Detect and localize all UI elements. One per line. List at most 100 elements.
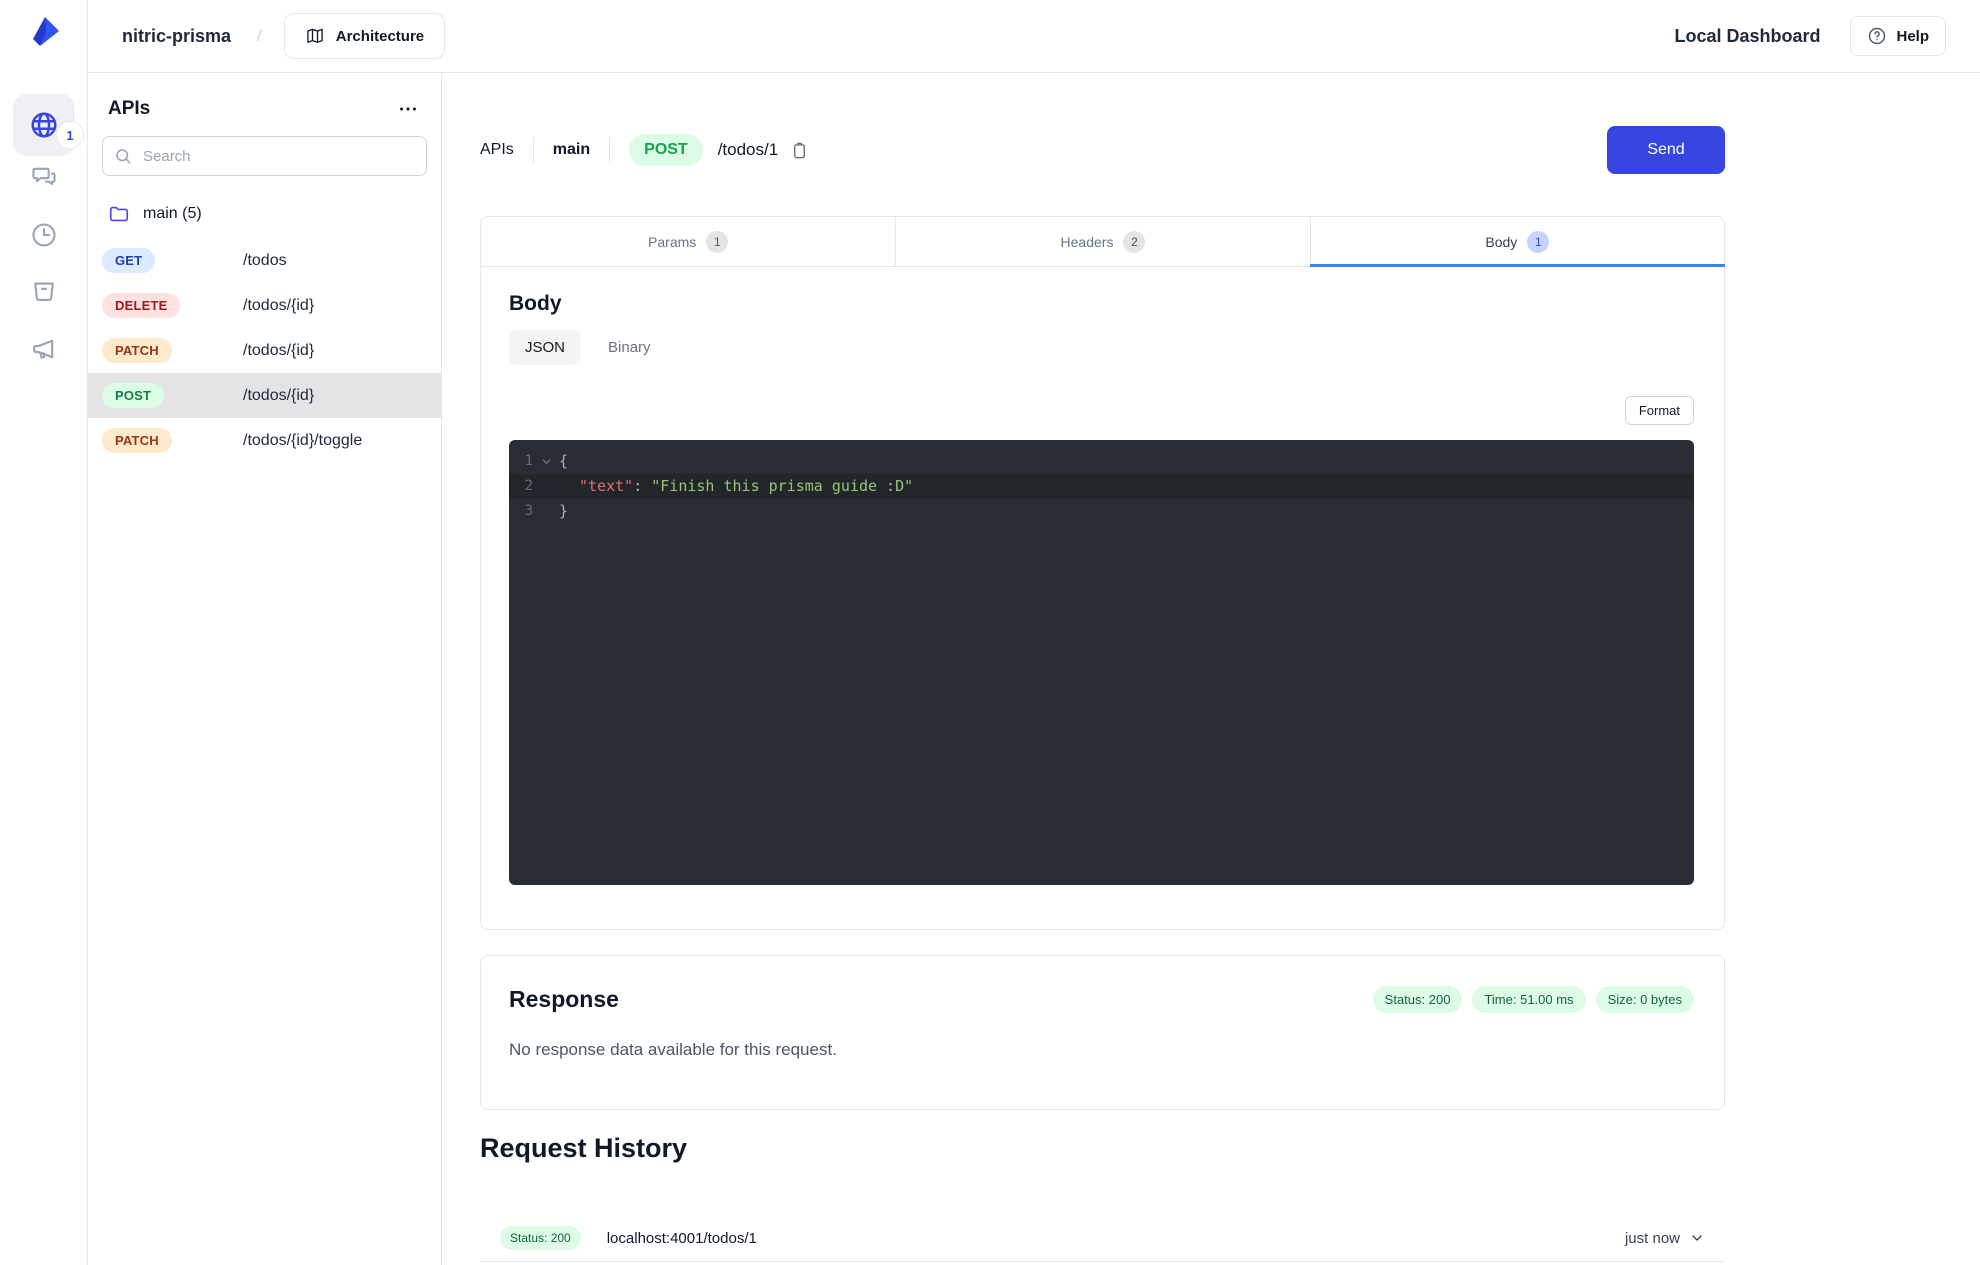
folder-icon xyxy=(109,206,129,222)
endpoint-row[interactable]: PATCH /todos/{id} xyxy=(88,328,441,373)
icon-rail: 1 xyxy=(0,0,88,1265)
line-number: 3 xyxy=(524,503,533,519)
apis-panel-title: APIs xyxy=(108,98,151,119)
tab-params[interactable]: Params 1 xyxy=(481,217,895,266)
question-circle-icon xyxy=(1867,26,1887,46)
sidebar-item-topics[interactable] xyxy=(30,335,58,363)
endpoint-row[interactable]: DELETE /todos/{id} xyxy=(88,283,441,328)
status-badge: Status: 200 xyxy=(1372,986,1463,1013)
history-status-badge: Status: 200 xyxy=(500,1226,581,1250)
globe-icon xyxy=(29,110,59,140)
tab-label: Headers xyxy=(1060,233,1114,250)
request-tabs: Params 1 Headers 2 Body 1 xyxy=(480,216,1725,267)
endpoint-path: /todos xyxy=(243,251,287,269)
architecture-label: Architecture xyxy=(335,27,425,45)
size-badge: Size: 0 bytes xyxy=(1595,986,1694,1013)
top-header: nitric-prisma / Architecture Local Dashb… xyxy=(88,0,1980,73)
code-text: } xyxy=(559,502,569,520)
endpoint-path: /todos/{id} xyxy=(243,341,315,359)
history-url: localhost:4001/todos/1 xyxy=(606,1229,757,1247)
endpoint-row[interactable]: PATCH /todos/{id}/toggle xyxy=(88,418,441,463)
body-mode-toggle: JSON Binary xyxy=(509,330,651,365)
active-tab-indicator xyxy=(1309,264,1725,267)
history-row[interactable]: Status: 200 localhost:4001/todos/1 just … xyxy=(480,1215,1725,1262)
copy-path-icon[interactable] xyxy=(790,140,809,161)
endpoint-path: /todos/{id}/toggle xyxy=(243,431,363,449)
response-badges: Status: 200 Time: 51.00 ms Size: 0 bytes xyxy=(1372,986,1694,1013)
dashboard-title: Local Dashboard xyxy=(1674,25,1821,46)
map-icon xyxy=(305,26,325,46)
search-icon xyxy=(116,149,131,164)
request-method-badge: POST xyxy=(629,134,703,166)
code-line: 3 } xyxy=(509,499,1694,524)
history-expand-toggle[interactable]: just now xyxy=(1625,1230,1705,1247)
endpoint-path: /todos/{id} xyxy=(243,296,315,314)
breadcrumb-apis: APIs xyxy=(480,141,514,158)
request-history-title: Request History xyxy=(480,1133,688,1163)
api-folder-label: main (5) xyxy=(143,205,202,222)
tab-count-badge: 1 xyxy=(706,230,729,253)
help-button[interactable]: Help xyxy=(1850,16,1946,56)
chat-bubbles-icon xyxy=(32,167,56,186)
line-number: 2 xyxy=(524,478,533,494)
sidebar-item-schedules[interactable] xyxy=(30,221,58,249)
request-bar: APIs main POST /todos/1 Send xyxy=(480,126,1725,174)
chevron-down-icon xyxy=(1692,1235,1702,1241)
mode-json[interactable]: JSON xyxy=(509,330,582,365)
search-input[interactable] xyxy=(102,136,427,176)
response-panel: Response Status: 200 Time: 51.00 ms Size… xyxy=(480,955,1725,1110)
send-button[interactable]: Send xyxy=(1607,126,1725,174)
line-number: 1 xyxy=(524,453,533,469)
breadcrumb-divider: / xyxy=(257,26,262,45)
body-panel-title: Body xyxy=(509,292,562,315)
endpoint-list: main (5) GET /todos DELETE /todos/{id} P… xyxy=(88,194,441,463)
search-box xyxy=(102,136,427,176)
bucket-icon xyxy=(34,282,54,301)
megaphone-icon xyxy=(33,339,54,359)
method-badge: PATCH xyxy=(102,338,172,363)
architecture-button[interactable]: Architecture xyxy=(283,13,446,59)
json-editor[interactable]: 1 { 2 "text": "Finish this prisma guide … xyxy=(509,440,1694,885)
response-empty-message: No response data available for this requ… xyxy=(509,1040,837,1059)
code-line-active: 2 "text": "Finish this prisma guide :D" xyxy=(509,474,1694,499)
method-badge: PATCH xyxy=(102,428,172,453)
clock-icon xyxy=(32,223,56,247)
code-text: { xyxy=(559,452,569,470)
method-badge: DELETE xyxy=(102,293,181,318)
tab-headers[interactable]: Headers 2 xyxy=(895,217,1309,266)
mode-binary[interactable]: Binary xyxy=(608,339,651,356)
time-badge: Time: 51.00 ms xyxy=(1472,986,1586,1013)
endpoint-path: /todos/{id} xyxy=(243,386,315,404)
breadcrumb-api-name: main xyxy=(552,141,591,158)
more-menu-icon[interactable] xyxy=(397,98,419,120)
breadcrumb-separator xyxy=(532,137,534,163)
body-panel: Body JSON Binary Format 1 { 2 "text": "F… xyxy=(480,266,1725,930)
endpoint-row[interactable]: GET /todos xyxy=(88,238,441,283)
code-line: 1 { xyxy=(509,449,1694,474)
sidebar-item-websockets[interactable] xyxy=(30,163,58,191)
sidebar-item-storage[interactable] xyxy=(30,276,58,304)
method-badge: GET xyxy=(102,248,156,273)
nitric-logo xyxy=(24,13,64,53)
help-label: Help xyxy=(1896,27,1929,45)
header-right: Local Dashboard Help xyxy=(1674,16,1946,56)
request-path: /todos/1 xyxy=(717,140,779,159)
code-text: "text": "Finish this prisma guide :D" xyxy=(579,477,914,495)
method-badge: POST xyxy=(102,383,165,408)
tab-label: Body xyxy=(1485,233,1518,250)
tab-label: Params xyxy=(648,233,697,250)
project-title: nitric-prisma xyxy=(122,25,232,46)
endpoint-row-selected[interactable]: POST /todos/{id} xyxy=(88,373,441,418)
apis-count-badge: 1 xyxy=(57,122,83,148)
fold-chevron-icon[interactable] xyxy=(533,456,559,467)
tab-count-badge: 2 xyxy=(1123,230,1146,253)
tab-count-badge: 1 xyxy=(1527,230,1550,253)
format-button[interactable]: Format xyxy=(1624,396,1694,425)
apis-sidebar: APIs main (5) GET /todos DELETE /todos/{… xyxy=(88,73,442,1265)
api-folder[interactable]: main (5) xyxy=(88,194,441,238)
history-timestamp: just now xyxy=(1624,1229,1680,1247)
tab-body[interactable]: Body 1 xyxy=(1309,217,1725,267)
breadcrumb-separator xyxy=(609,137,611,163)
response-title: Response xyxy=(509,986,619,1012)
app: { "header": { "project": "nitric-prisma"… xyxy=(0,0,1980,1265)
